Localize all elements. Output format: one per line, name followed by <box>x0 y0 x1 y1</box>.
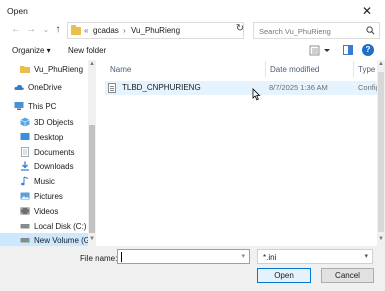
window-title: Open <box>7 6 28 16</box>
column-header-name[interactable]: Name <box>110 65 131 74</box>
scroll-up-icon[interactable]: ▲ <box>378 61 384 67</box>
sidebar-item-label: Desktop <box>34 133 64 142</box>
sidebar-item-label: This PC <box>28 102 57 111</box>
folder-icon <box>20 66 30 73</box>
file-type-filter-select[interactable]: *.ini ▾ <box>257 249 373 264</box>
documents-icon <box>21 147 29 157</box>
close-button[interactable]: ✕ <box>356 3 378 19</box>
sidebar-item-vu-phurieng[interactable]: Vu_PhuRieng <box>0 62 88 77</box>
sidebar-item-downloads[interactable]: Downloads <box>0 159 88 174</box>
column-divider[interactable] <box>353 61 354 77</box>
scroll-down-icon[interactable]: ▼ <box>378 236 384 242</box>
file-date-modified: 8/7/2025 1:36 AM <box>269 83 328 92</box>
organize-button[interactable]: Organize ▾ <box>12 46 51 55</box>
pictures-icon <box>20 192 30 200</box>
sidebar-item-desktop[interactable]: Desktop <box>0 130 88 145</box>
sidebar-item-pictures[interactable]: Pictures <box>0 189 88 204</box>
scrollbar-thumb[interactable] <box>89 125 95 233</box>
title-bar: Open ✕ <box>0 0 385 22</box>
column-divider[interactable] <box>265 61 266 77</box>
text-caret <box>121 252 122 262</box>
sidebar-item-this-pc[interactable]: This PC <box>0 99 88 114</box>
sidebar-item-music[interactable]: Music <box>0 174 88 189</box>
column-header-type[interactable]: Type <box>358 65 375 74</box>
file-list-scrollbar[interactable]: ▲ ▼ <box>377 60 385 246</box>
refresh-button[interactable]: ↻ <box>233 23 247 37</box>
folder-icon <box>71 25 81 35</box>
file-list: Name Date modified Type TLBD_CNPHURIENG … <box>97 60 385 246</box>
column-header-date-modified[interactable]: Date modified <box>270 65 319 74</box>
computer-icon <box>14 102 24 110</box>
address-bar[interactable]: « gcadas › Vu_PhuRieng ⌄ <box>67 22 293 39</box>
file-type-filter-value: *.ini <box>263 253 277 262</box>
chevron-down-icon[interactable]: ▾ <box>364 252 368 260</box>
sidebar-item-label: Music <box>34 177 55 186</box>
change-view-button[interactable] <box>309 45 331 56</box>
breadcrumb-overflow[interactable]: « <box>84 26 88 35</box>
column-headers: Name Date modified Type <box>97 60 385 78</box>
open-button[interactable]: Open <box>257 268 311 283</box>
file-name: TLBD_CNPHURIENG <box>122 83 201 92</box>
search-placeholder: Search Vu_PhuRieng <box>259 27 331 36</box>
disk-icon <box>20 224 30 229</box>
file-row[interactable]: TLBD_CNPHURIENG 8/7/2025 1:36 AM Configu <box>105 81 385 95</box>
sidebar-item-label: Downloads <box>34 162 74 171</box>
scroll-up-icon[interactable]: ▲ <box>89 61 95 67</box>
sidebar-item-label: Pictures <box>34 192 63 201</box>
cloud-icon <box>14 84 24 90</box>
search-icon <box>366 26 375 35</box>
sidebar-item-videos[interactable]: Videos <box>0 204 88 219</box>
new-folder-button[interactable]: New folder <box>68 46 106 55</box>
breadcrumb-item[interactable]: gcadas <box>93 26 119 35</box>
music-icon <box>21 176 29 186</box>
dialog-footer: File name: ▾ *.ini ▾ Open Cancel <box>0 246 385 291</box>
file-name-input[interactable]: ▾ <box>117 249 250 264</box>
sidebar-item-local-disk-c[interactable]: Local Disk (C:) <box>0 219 88 234</box>
sidebar-item-label: Documents <box>34 148 75 157</box>
sidebar-item-label: New Volume (G:) <box>34 236 95 245</box>
preview-pane-button[interactable] <box>343 45 353 55</box>
sidebar-item-label: Videos <box>34 207 59 216</box>
up-button[interactable]: ↑ <box>51 23 65 37</box>
back-button[interactable]: ← <box>9 23 23 37</box>
command-bar: Organize ▾ New folder ? <box>0 42 385 59</box>
sidebar-item-onedrive[interactable]: OneDrive <box>0 80 88 95</box>
navigation-bar: ← → ⌄ ↑ « gcadas › Vu_PhuRieng ⌄ ↻ Searc… <box>0 22 385 40</box>
config-file-icon <box>108 83 116 93</box>
cube-icon <box>20 117 30 127</box>
sidebar-item-new-volume-g[interactable]: New Volume (G:) <box>0 233 95 246</box>
scroll-down-icon[interactable]: ▼ <box>89 236 95 242</box>
sidebar-item-documents[interactable]: Documents <box>0 145 88 160</box>
chevron-down-icon[interactable]: ▾ <box>241 252 245 260</box>
mouse-cursor-icon <box>252 88 261 101</box>
search-input[interactable]: Search Vu_PhuRieng <box>253 22 380 39</box>
breadcrumb-separator: › <box>123 26 126 35</box>
sidebar-item-label: Vu_PhuRieng <box>34 65 84 74</box>
navigation-pane: Vu_PhuRieng OneDrive This PC 3D Objects … <box>0 60 96 246</box>
desktop-icon <box>20 133 30 140</box>
sidebar-item-label: 3D Objects <box>34 118 74 127</box>
breadcrumb-item[interactable]: Vu_PhuRieng <box>131 26 180 35</box>
sidebar-item-label: OneDrive <box>28 83 62 92</box>
help-button[interactable]: ? <box>362 44 374 56</box>
download-icon <box>21 161 29 171</box>
file-name-label: File name: <box>80 254 118 263</box>
sidebar-scrollbar[interactable]: ▲ ▼ <box>88 60 96 246</box>
scrollbar-thumb[interactable] <box>378 72 384 232</box>
cancel-button[interactable]: Cancel <box>321 268 374 283</box>
disk-icon <box>20 238 30 243</box>
sidebar-item-3d-objects[interactable]: 3D Objects <box>0 115 88 130</box>
sidebar-item-label: Local Disk (C:) <box>34 222 87 231</box>
videos-icon <box>20 207 30 215</box>
forward-button[interactable]: → <box>24 23 38 37</box>
